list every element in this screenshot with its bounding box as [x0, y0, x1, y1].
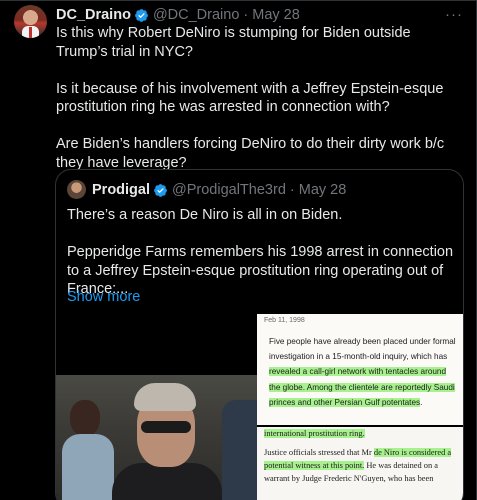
quote-author-name[interactable]: Prodigal: [92, 182, 150, 198]
quote-header: Prodigal @ProdigalThe3rd · May 28: [92, 181, 346, 199]
author-handle[interactable]: @DC_Draino: [153, 7, 239, 23]
tweet-paragraph: Is it because of his involvement with a …: [56, 80, 444, 116]
author-avatar[interactable]: [14, 5, 47, 38]
photo-person-center: [112, 383, 222, 500]
quote-date[interactable]: May 28: [299, 182, 347, 198]
photo-person-right: [222, 400, 257, 500]
clipping-text: Five people have already been placed und…: [269, 334, 457, 410]
quote-author-handle[interactable]: @ProdigalThe3rd: [172, 182, 286, 198]
separator-dot: ·: [243, 7, 249, 23]
show-more-link[interactable]: Show more: [67, 289, 140, 305]
media-photo[interactable]: [56, 375, 257, 500]
clipping-text-plain: .: [420, 397, 423, 407]
avatar-tie: [29, 27, 32, 38]
clipping-text: international prostitution ring. Justice…: [264, 427, 459, 485]
divider: [0, 0, 477, 1]
tweet-date[interactable]: May 28: [252, 7, 300, 23]
author-name[interactable]: DC_Draino: [56, 7, 131, 23]
verified-badge-icon: [154, 183, 167, 197]
separator-dot: ·: [289, 182, 295, 198]
quote-author-avatar[interactable]: [67, 180, 86, 199]
quoted-tweet[interactable]: Prodigal @ProdigalThe3rd · May 28 There’…: [55, 169, 464, 500]
quote-paragraph: There’s a reason De Niro is all in on Bi…: [67, 207, 343, 223]
clipping-text-plain: Justice officials stressed that Mr: [264, 448, 374, 457]
tweet-paragraph: Is this why Robert DeNiro is stumping fo…: [56, 25, 411, 60]
verified-badge-icon: [135, 8, 148, 22]
tweet-paragraph: Are Biden’s handlers forcing DeNiro to d…: [56, 136, 445, 171]
tweet-header: DC_Draino @DC_Draino · May 28: [56, 6, 300, 24]
clipping-text-highlighted: revealed a call-girl network with tentac…: [269, 367, 455, 407]
clipping-date: Feb 11, 1998: [264, 317, 305, 324]
clipping-text-highlighted: international prostitution ring.: [264, 429, 365, 438]
media-newspaper-clipping-2[interactable]: international prostitution ring. Justice…: [257, 427, 463, 500]
clipping-text-plain: Five people have already been placed und…: [269, 337, 456, 362]
tweet-text: Is this why Robert DeNiro is stumping fo…: [56, 24, 461, 191]
more-horizontal-icon[interactable]: ···: [445, 6, 463, 23]
photo-person-left: [62, 400, 114, 500]
tweet[interactable]: DC_Draino @DC_Draino · May 28 ··· Is thi…: [0, 0, 477, 500]
media-newspaper-clipping-1[interactable]: Feb 11, 1998 Five people have already be…: [257, 314, 463, 425]
